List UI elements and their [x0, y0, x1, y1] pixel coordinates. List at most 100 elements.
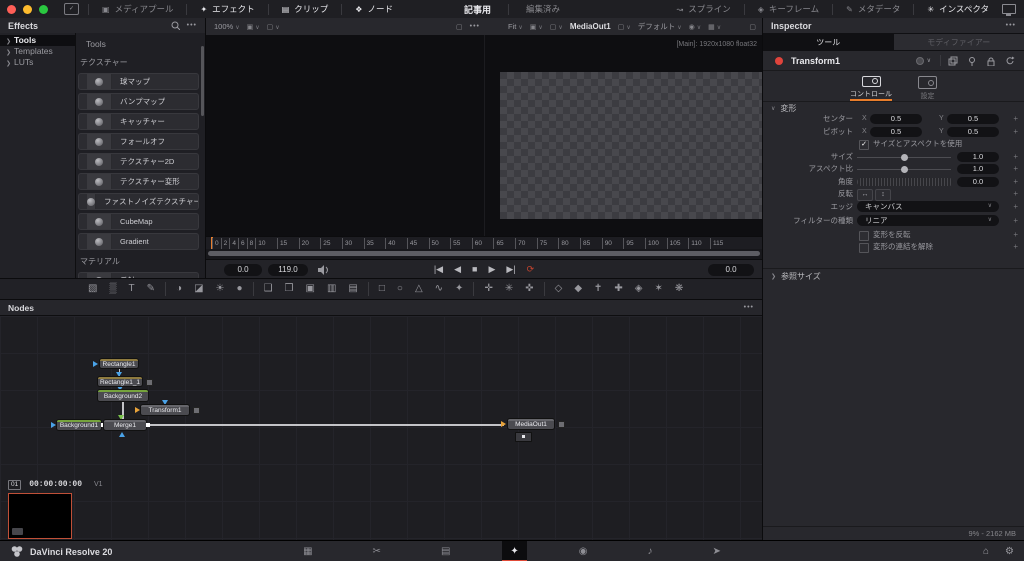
image-plane-3d-tool-icon[interactable]: ◇: [555, 279, 563, 299]
magic-mask-tool-icon[interactable]: ✦: [455, 279, 463, 299]
particles-tool-icon[interactable]: ❋: [675, 279, 683, 299]
color-keyer-tool-icon[interactable]: ▥: [327, 279, 336, 299]
time-ruler[interactable]: 0246810152025303540455055606570758085909…: [206, 236, 762, 250]
brightness-contrast-tool-icon[interactable]: ☀: [216, 279, 225, 299]
inspector-options-menu[interactable]: •••: [1006, 22, 1016, 29]
buffer-dropdown-icon[interactable]: ▢: [618, 23, 631, 31]
effects-tool-item[interactable]: 球マップ: [78, 73, 199, 90]
channel-dropdown-icon[interactable]: ▣: [247, 23, 260, 31]
size-slider[interactable]: [857, 157, 951, 158]
polygon-mask-tool-icon[interactable]: △: [415, 279, 423, 299]
page-cut-icon[interactable]: ✂: [365, 541, 389, 561]
first-frame-button[interactable]: |◀: [434, 260, 443, 279]
lut-dropdown[interactable]: デフォルト: [638, 21, 682, 32]
effects-tool-item[interactable]: CubeMap: [78, 213, 199, 230]
center-y-field[interactable]: 0.5: [947, 114, 999, 124]
keyframe-button[interactable]: +: [1013, 229, 1018, 242]
project-settings-gear-icon[interactable]: ⚙: [1005, 546, 1014, 557]
keyframe-button[interactable]: +: [1013, 151, 1018, 164]
invert-transform-checkbox[interactable]: [859, 231, 869, 241]
camera-3d-tool-icon[interactable]: ◈: [635, 279, 643, 299]
stop-button[interactable]: ■: [472, 260, 477, 279]
lock-icon[interactable]: [986, 56, 996, 66]
pivot-x-field[interactable]: 0.5: [870, 127, 922, 137]
blur-tool-icon[interactable]: ●: [237, 279, 243, 299]
unlink-transform-checkbox[interactable]: [859, 243, 869, 253]
audio-mute-icon[interactable]: [317, 265, 329, 275]
text-3d-tool-icon[interactable]: ✝: [594, 279, 602, 299]
page-fairlight-icon[interactable]: ♪: [640, 541, 661, 561]
zoom-level-dropdown[interactable]: 100%: [214, 22, 240, 31]
home-icon[interactable]: ⌂: [983, 546, 989, 557]
effects-options-menu[interactable]: •••: [187, 22, 197, 29]
tree-item-tools[interactable]: ❯Tools: [0, 35, 75, 46]
background-tool-icon[interactable]: ▧: [88, 279, 97, 299]
flip-vertical-button[interactable]: ↕: [875, 189, 891, 201]
options-dropdown-icon[interactable]: ▢: [267, 23, 280, 31]
tracker-tool-icon[interactable]: ✛: [484, 279, 492, 299]
keyframe-button[interactable]: +: [1013, 201, 1018, 214]
clean-feed-monitor-icon[interactable]: [1002, 4, 1016, 14]
effects-tool-item[interactable]: テクスチャー変形: [78, 173, 199, 190]
keyframe-button[interactable]: +: [1013, 215, 1018, 228]
expand-right-viewer-icon[interactable]: ▢: [749, 23, 756, 31]
use-size-aspect-checkbox[interactable]: ✓: [859, 140, 869, 150]
prev-frame-button[interactable]: ◀: [454, 260, 461, 279]
node-enable-toggle[interactable]: [775, 57, 783, 65]
bspline-mask-tool-icon[interactable]: ∿: [435, 279, 443, 299]
range-end-field[interactable]: 119.0: [268, 264, 308, 276]
clip-thumbnail[interactable]: [8, 493, 72, 539]
node-output-connector[interactable]: [146, 423, 150, 427]
planar-tracker-tool-icon[interactable]: ✳: [505, 279, 513, 299]
edge-dropdown[interactable]: キャンバス: [857, 201, 999, 212]
flip-horizontal-button[interactable]: ↔: [857, 189, 873, 201]
node-background2[interactable]: Background2: [98, 390, 148, 401]
text-plus-tool-icon[interactable]: T: [129, 279, 135, 299]
workspace-tab-media-pool[interactable]: ▣メディアプール: [98, 3, 177, 15]
loop-button[interactable]: ⟳: [527, 260, 535, 279]
keyframe-button[interactable]: +: [1013, 163, 1018, 176]
version-chevron-icon[interactable]: ∨: [927, 57, 931, 64]
subtab-settings[interactable]: 設定: [918, 71, 937, 101]
current-time-field[interactable]: 0.0: [708, 264, 754, 276]
close-window-button[interactable]: [7, 5, 16, 14]
workspace-tab-effects[interactable]: ✦エフェクト: [196, 3, 258, 15]
aspect-field[interactable]: 1.0: [957, 164, 999, 174]
display-dropdown-icon[interactable]: ◉: [689, 23, 702, 31]
subtab-controls[interactable]: コントロール: [850, 71, 892, 101]
keyframe-button[interactable]: +: [1013, 241, 1018, 254]
fit-dropdown[interactable]: Fit: [508, 22, 523, 31]
node-graph[interactable]: 01 00:00:00:00 V1 ✦ Rectangle1Rectangle1…: [0, 316, 762, 540]
panel-tab-keyframes[interactable]: ◈キーフレーム: [754, 3, 823, 15]
effects-scrollbar[interactable]: [201, 46, 204, 116]
pin-icon[interactable]: [967, 56, 977, 66]
matte-control-tool-icon[interactable]: ❒: [285, 279, 294, 299]
left-viewer-menu[interactable]: •••: [470, 23, 480, 30]
ellipse-mask-tool-icon[interactable]: ○: [397, 279, 403, 299]
multi-merge-tool-icon[interactable]: ▣: [306, 279, 315, 299]
rectangle-mask-tool-icon[interactable]: □: [379, 279, 385, 299]
paint-tool-icon[interactable]: ✎: [147, 279, 155, 299]
panel-tab-metadata[interactable]: ✎メタデータ: [842, 3, 904, 15]
reference-size-section[interactable]: ❯参照サイズ: [763, 268, 1024, 283]
page-deliver-icon[interactable]: ➤: [705, 541, 729, 561]
keyframe-button[interactable]: +: [1013, 113, 1018, 126]
viewer-canvas[interactable]: [Main]: 1920x1080 float32: [206, 35, 762, 236]
angle-thumbwheel[interactable]: [857, 178, 953, 186]
workspace-toggle-icon[interactable]: ✓: [64, 3, 79, 15]
tree-item-luts[interactable]: ❯LUTs: [0, 57, 75, 68]
play-button[interactable]: ▶: [488, 260, 495, 279]
node-side-box[interactable]: [193, 407, 200, 414]
angle-field[interactable]: 0.0: [957, 177, 999, 187]
delta-keyer-tool-icon[interactable]: ▤: [348, 279, 357, 299]
tab-modifiers[interactable]: モディファイアー: [894, 34, 1024, 50]
options-dropdown-icon[interactable]: ▢: [550, 23, 563, 31]
node-transform1[interactable]: Transform1: [141, 405, 189, 415]
pivot-y-field[interactable]: 0.5: [947, 127, 999, 137]
center-x-field[interactable]: 0.5: [870, 114, 922, 124]
node-mediaout1[interactable]: MediaOut1: [508, 419, 554, 429]
page-color-icon[interactable]: ◉: [571, 541, 596, 561]
effects-tool-item[interactable]: フォールオフ: [78, 133, 199, 150]
size-field[interactable]: 1.0: [957, 152, 999, 162]
color-curves-tool-icon[interactable]: ◪: [194, 279, 203, 299]
